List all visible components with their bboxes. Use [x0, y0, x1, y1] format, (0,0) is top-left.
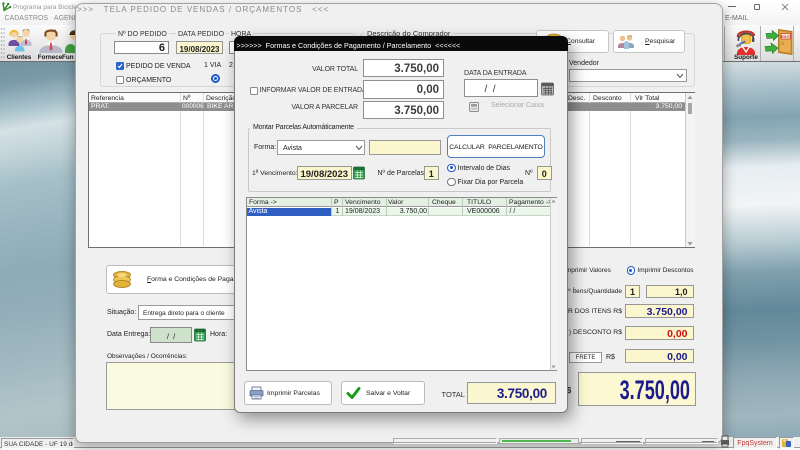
svg-text:EXIT: EXIT: [781, 34, 790, 39]
